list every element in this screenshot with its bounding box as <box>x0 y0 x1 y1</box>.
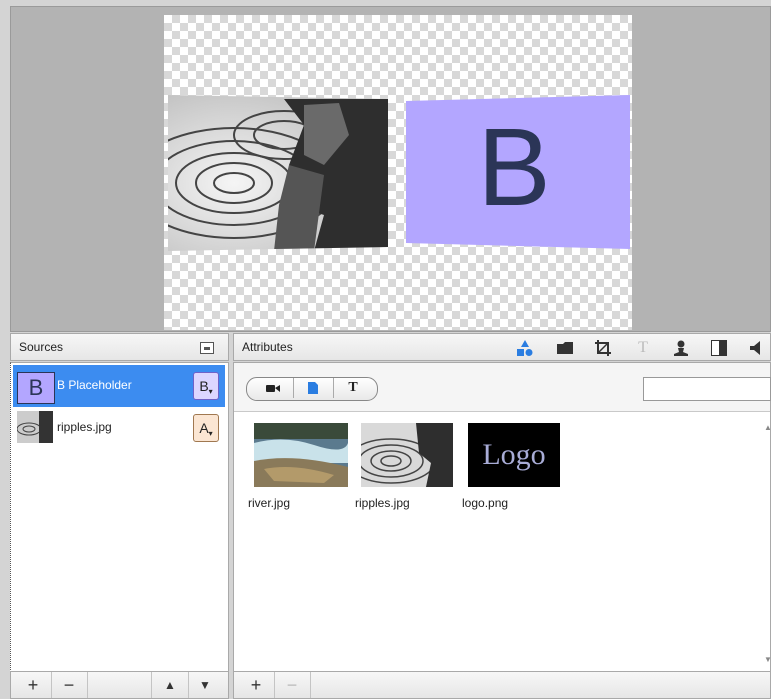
file-item-logo[interactable]: Logo logo.png <box>462 423 562 510</box>
split-icon[interactable] <box>706 338 732 358</box>
source-item-ripples[interactable]: ripples.jpg A ▾ <box>13 407 225 449</box>
remove-source-button[interactable]: − <box>51 672 88 698</box>
source-label: B Placeholder <box>57 378 132 392</box>
person-icon[interactable] <box>668 338 694 358</box>
text-icon[interactable]: T <box>630 338 656 358</box>
ripples-thumbnail <box>346 423 453 487</box>
ripples-layer[interactable] <box>164 95 388 255</box>
file-label: river.jpg <box>248 496 291 510</box>
scroll-down-icon[interactable]: ▼ <box>764 655 771 664</box>
b-thumbnail: B <box>17 372 55 404</box>
remove-file-button[interactable]: − <box>274 672 311 698</box>
text-source-tab[interactable]: T <box>333 378 373 398</box>
sources-header: Sources <box>10 333 229 361</box>
river-thumbnail <box>254 423 348 487</box>
file-label: ripples.jpg <box>355 496 410 510</box>
file-source-tab[interactable] <box>293 378 334 398</box>
shapes-icon[interactable] <box>512 338 538 358</box>
file-item-ripples[interactable]: ripples.jpg <box>346 423 455 510</box>
add-source-button[interactable]: + <box>15 672 52 698</box>
sources-list[interactable]: B B Placeholder B ▾ ripples.jpg A ▾ <box>10 362 229 672</box>
logo-thumbnail: Logo <box>468 423 560 487</box>
attributes-title: Attributes <box>242 340 293 354</box>
placeholder-letter: B <box>477 106 550 229</box>
crop-icon[interactable] <box>590 338 616 358</box>
attributes-footer: + − <box>233 671 771 699</box>
ripples-thumbnail <box>17 411 53 443</box>
add-file-button[interactable]: + <box>238 672 275 698</box>
move-up-button[interactable]: ▲ <box>151 672 189 698</box>
speaker-icon[interactable] <box>744 338 770 358</box>
source-item-b-placeholder[interactable]: B B Placeholder B ▾ <box>13 365 225 407</box>
source-label: ripples.jpg <box>57 420 112 434</box>
attributes-content: ▲ ▼ <box>233 362 771 672</box>
badge-letter: B <box>199 378 209 394</box>
sources-footer: + − ▲ ▼ <box>10 671 229 699</box>
scroll-up-icon[interactable]: ▲ <box>764 423 771 432</box>
window-toggle-icon[interactable] <box>194 338 220 358</box>
badge-letter: A <box>199 420 209 436</box>
source-type-segmented[interactable]: T <box>246 377 378 401</box>
search-input[interactable] <box>643 377 771 401</box>
canvas[interactable]: B <box>164 15 632 330</box>
folder-icon[interactable] <box>552 338 578 358</box>
source-badge[interactable]: A ▾ <box>193 414 219 442</box>
source-badge[interactable]: B ▾ <box>193 372 219 400</box>
chevron-down-icon: ▾ <box>208 386 213 396</box>
attributes-header: Attributes T <box>233 333 771 361</box>
file-label: logo.png <box>462 496 509 510</box>
video-source-tab[interactable] <box>253 378 294 398</box>
logo-text: Logo <box>482 438 546 471</box>
move-down-button[interactable]: ▼ <box>187 672 223 698</box>
sources-title: Sources <box>19 340 64 354</box>
chevron-down-icon: ▾ <box>208 428 213 438</box>
file-item-river[interactable]: river.jpg <box>248 423 348 510</box>
